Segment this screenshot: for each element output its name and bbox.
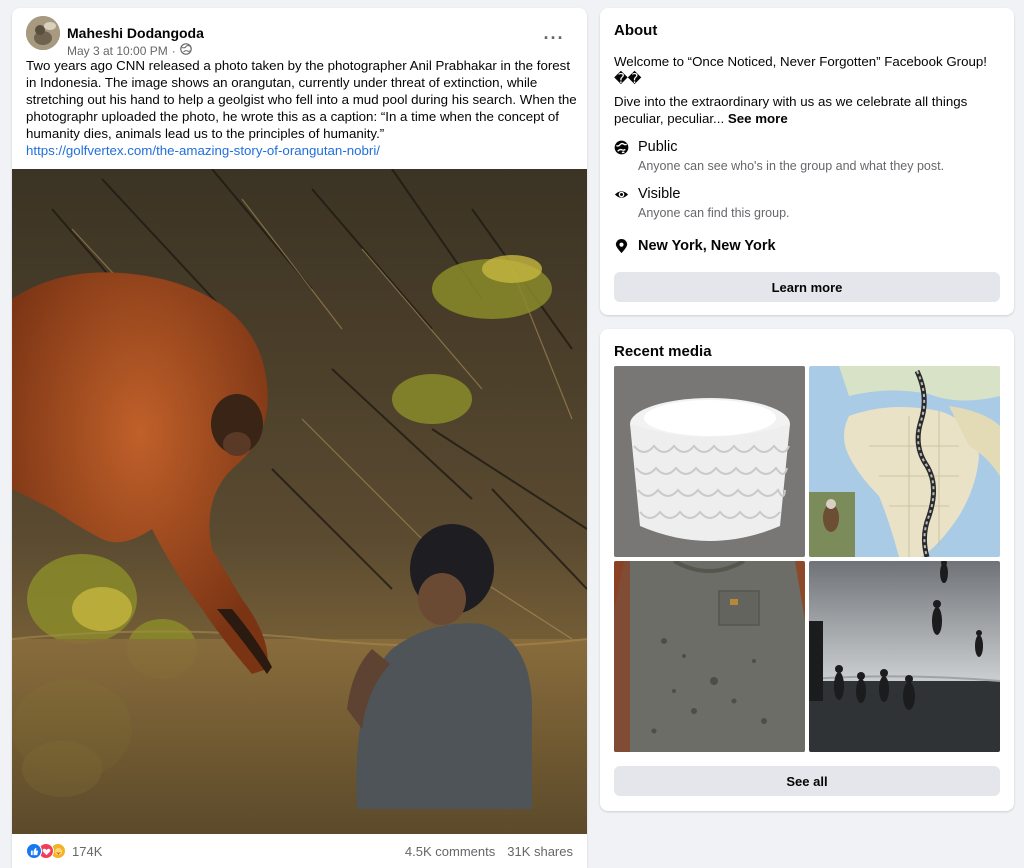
media-thumbnail[interactable] [809,561,1000,752]
privacy-public-description: Anyone can see who's in the group and wh… [638,159,945,173]
share-count[interactable]: 31K shares [507,844,573,859]
visibility-description: Anyone can find this group. [638,206,790,220]
post-header: Maheshi Dodangoda May 3 at 10:00 PM · ··… [26,16,574,58]
media-thumbnail[interactable] [614,366,805,557]
see-all-button[interactable]: See all [614,766,1000,796]
more-options-icon: ··· [543,27,565,48]
media-grid [614,366,1000,753]
post-link[interactable]: https://golfvertex.com/the-amazing-story… [26,142,578,159]
post-photo[interactable] [12,169,587,834]
about-intro: Dive into the extraordinary with us as w… [614,93,1002,127]
about-title: About [614,22,658,39]
globe-icon[interactable] [179,43,192,58]
about-intro-text: Dive into the extraordinary with us as w… [614,94,968,126]
like-icon [26,843,42,859]
about-card: About Welcome to “Once Noticed, Never Fo… [600,8,1014,315]
location-pin-icon [614,239,628,254]
post-text: Two years ago CNN released a photo taken… [26,57,578,159]
visibility-title: Visible [638,186,681,202]
location-row: New York, New York [614,238,1002,260]
more-options-button[interactable]: ··· [538,22,570,54]
see-more-link[interactable]: See more [728,111,788,126]
author-name[interactable]: Maheshi Dodangoda [67,25,204,41]
avatar[interactable] [26,16,60,50]
reaction-icons[interactable] [26,843,66,859]
visibility-row: Visible Anyone can find this group. [614,186,1002,222]
media-thumbnail[interactable] [809,366,1000,557]
about-welcome: Welcome to “Once Noticed, Never Forgotte… [614,54,987,86]
about-description: Welcome to “Once Noticed, Never Forgotte… [614,53,1002,127]
recent-media-card: Recent media See all [600,329,1014,811]
globe-icon [614,140,629,155]
reaction-count[interactable]: 174K [72,844,102,859]
post-timestamp[interactable]: May 3 at 10:00 PM [67,44,168,58]
location-text[interactable]: New York, New York [638,238,776,254]
comment-count[interactable]: 4.5K comments [405,844,495,859]
post-body: Two years ago CNN released a photo taken… [26,58,577,141]
learn-more-button[interactable]: Learn more [614,272,1000,302]
eye-icon [614,187,629,201]
post-stats: 4.5K comments 31K shares [405,844,573,859]
post-card: Maheshi Dodangoda May 3 at 10:00 PM · ··… [12,8,587,868]
media-thumbnail[interactable] [614,561,805,752]
meta-separator: · [171,43,176,58]
privacy-public-title: Public [638,139,678,155]
reactions-bar: 174K 4.5K comments 31K shares [12,834,587,868]
privacy-public-row: Public Anyone can see who's in the group… [614,139,1002,175]
post-meta: May 3 at 10:00 PM · [67,43,192,58]
recent-media-title: Recent media [614,343,712,360]
